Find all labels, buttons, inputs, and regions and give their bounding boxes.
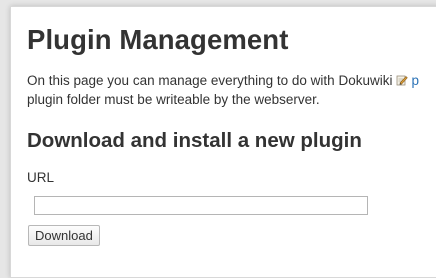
download-button[interactable]: Download (28, 225, 100, 246)
url-label: URL (27, 170, 55, 185)
intro-line-2: plugin folder must be writeable by the w… (27, 92, 320, 107)
intro-line-1: On this page you can manage everything t… (27, 71, 436, 90)
intro-paragraph: On this page you can manage everything t… (27, 71, 436, 109)
intro-text-1: On this page you can manage everything t… (27, 73, 393, 88)
url-input[interactable] (34, 196, 368, 215)
plugin-link[interactable]: p (411, 73, 419, 88)
page-title: Plugin Management (27, 24, 289, 55)
section-title: Download and install a new plugin (27, 129, 362, 152)
pencil-icon (396, 72, 409, 86)
